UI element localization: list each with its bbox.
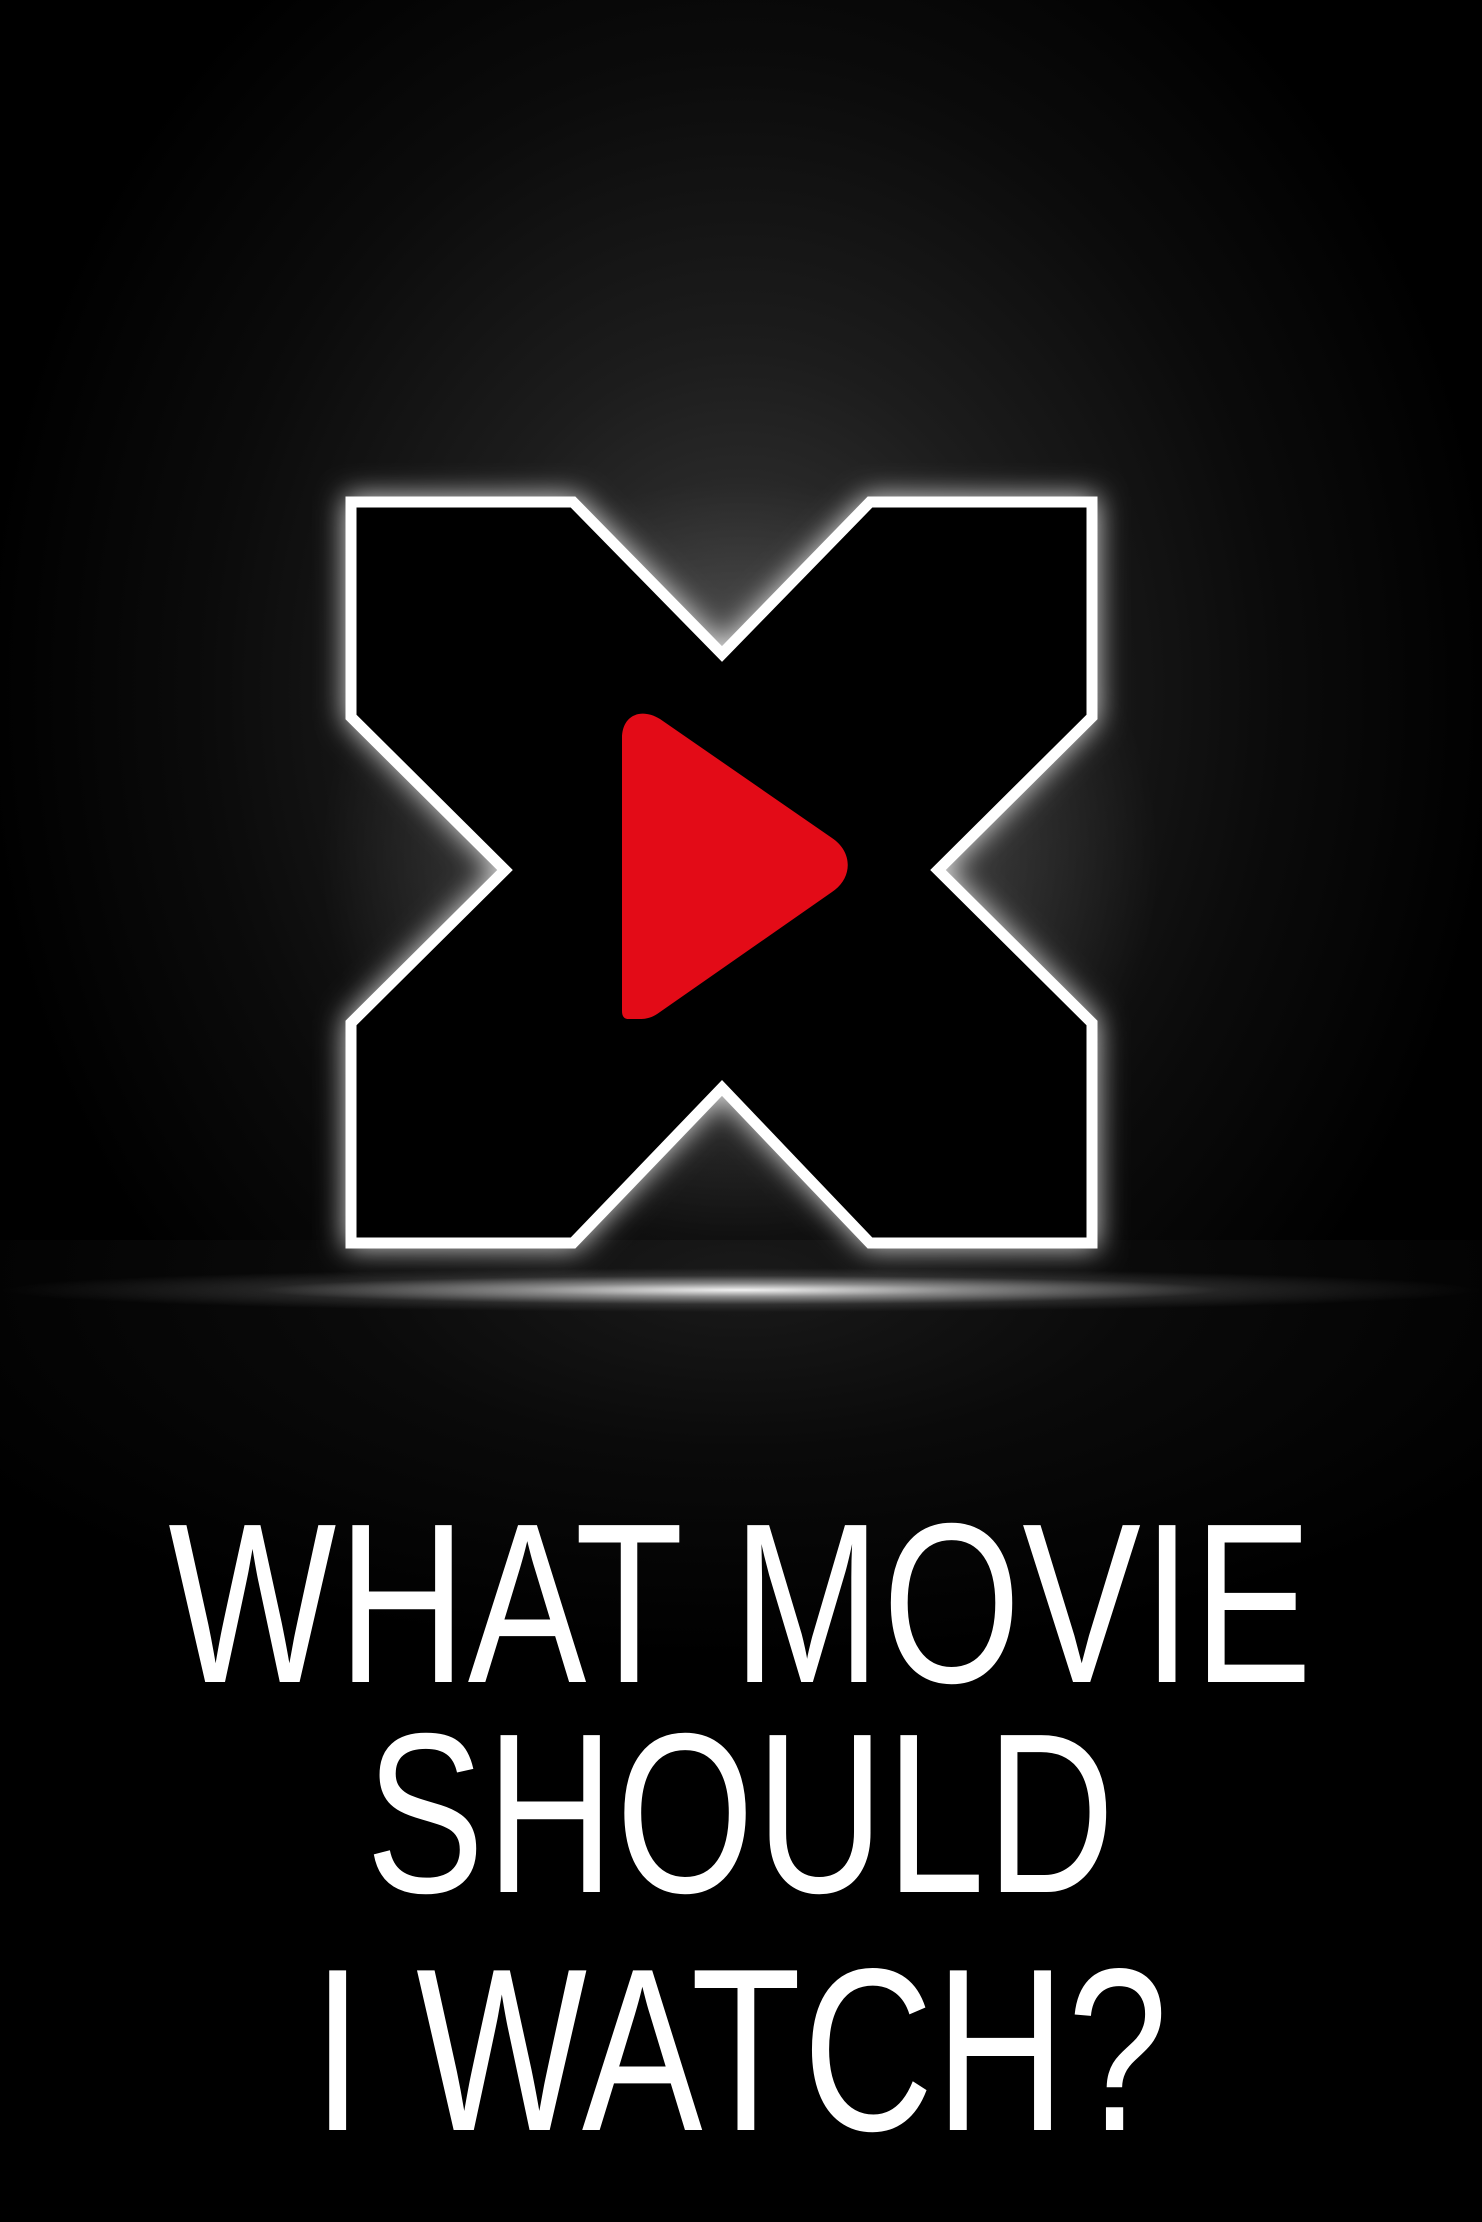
headline-line-1: WHAT MOVIE [168,1477,1314,1731]
poster: WHAT MOVIE SHOULD I WATCH? [0,0,1482,2222]
headline-line-2: SHOULD [365,1687,1117,1941]
headline-line-3: I WATCH? [312,1921,1170,2180]
x-play-logo-icon [345,496,1098,1249]
